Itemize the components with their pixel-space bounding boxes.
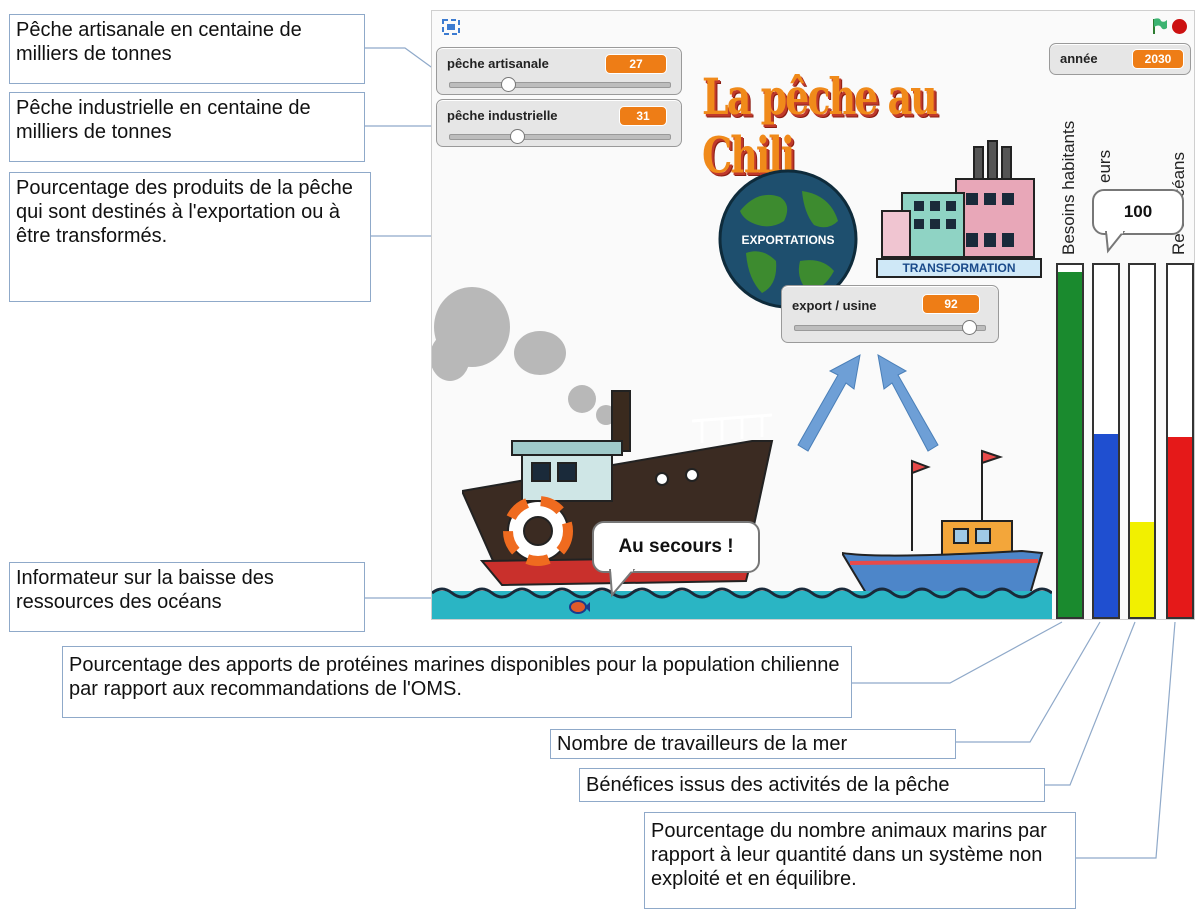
year-label: année	[1060, 51, 1098, 66]
slider-export-label: export / usine	[792, 298, 877, 313]
globe-label: EXPORTATIONS	[741, 233, 835, 247]
fullscreen-icon[interactable]	[442, 19, 460, 35]
slider-industrial[interactable]: pêche industrielle 31	[436, 99, 682, 147]
bar-ressources-oceans	[1166, 263, 1194, 619]
bar-label-besoins: Besoins habitants	[1059, 120, 1078, 255]
slider-export[interactable]: export / usine 92	[781, 285, 999, 343]
slider-artisanal-track[interactable]	[449, 82, 671, 88]
speech-bubble-help: Au secours !	[592, 521, 760, 573]
bar-ressources-fill	[1168, 437, 1192, 617]
bar-besoins-fill	[1058, 272, 1082, 617]
slider-artisanal-value: 27	[605, 54, 667, 74]
factory-transformation: TRANSFORMATION	[874, 107, 1044, 283]
slider-artisanal[interactable]: pêche artisanale 27	[436, 47, 682, 95]
bar-travailleurs-fill	[1094, 433, 1118, 617]
speech-bubble-help-text: Au secours !	[618, 536, 734, 557]
stop-icon[interactable]	[1172, 19, 1187, 34]
informer-fish-icon[interactable]	[568, 599, 590, 615]
speech-bubble-value: 100	[1092, 189, 1184, 235]
slider-artisanal-label: pêche artisanale	[447, 56, 549, 71]
slider-industrial-label: pêche industrielle	[447, 108, 558, 123]
bar-label-travailleurs: eurs	[1095, 149, 1114, 183]
arrow-icons	[797, 354, 939, 452]
slider-industrial-track[interactable]	[449, 134, 671, 140]
slider-export-knob[interactable]	[961, 320, 977, 335]
slider-export-value: 92	[922, 294, 980, 314]
factory-icon	[876, 140, 1042, 278]
speech-bubble-tail	[608, 569, 636, 598]
year-value: 2030	[1132, 49, 1184, 69]
slider-artisanal-knob[interactable]	[501, 77, 517, 92]
bar-travailleurs	[1092, 263, 1120, 619]
green-flag-icon[interactable]	[1151, 17, 1169, 35]
year-monitor: année 2030	[1049, 43, 1191, 75]
slider-export-track[interactable]	[794, 325, 986, 331]
bar-benefices	[1128, 263, 1156, 619]
bar-benefices-fill	[1130, 521, 1154, 617]
bar-besoins-habitants	[1056, 263, 1084, 619]
slider-industrial-value: 31	[619, 106, 667, 126]
speech-bubble-value-tail	[1104, 231, 1126, 254]
sea-waves	[432, 587, 1052, 619]
speech-bubble-value-text: 100	[1123, 202, 1153, 221]
factory-label: TRANSFORMATION	[902, 261, 1016, 275]
slider-industrial-knob[interactable]	[510, 129, 526, 144]
scratch-stage[interactable]: pêche artisanale 27 pêche industrielle 3…	[431, 10, 1195, 620]
